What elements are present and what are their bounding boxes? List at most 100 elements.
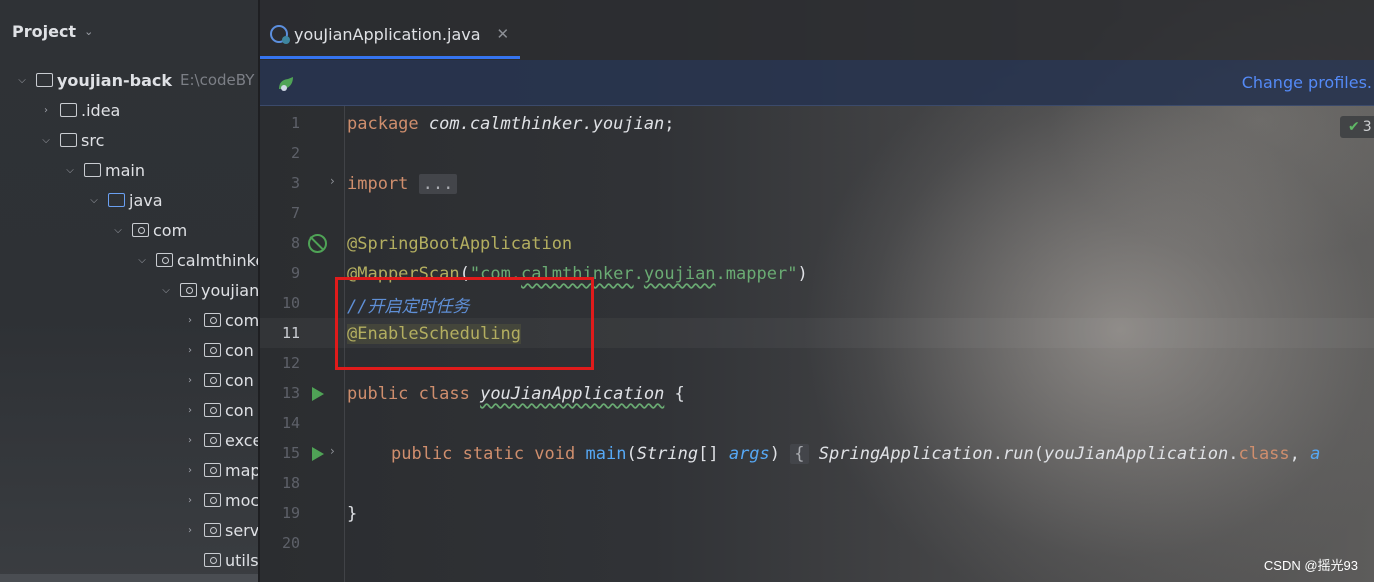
folder-icon <box>60 133 77 147</box>
package-icon <box>204 373 221 387</box>
module-path: E:\codeBY <box>179 71 255 89</box>
line-number: 12 <box>281 354 300 372</box>
chevron-down-icon[interactable]: ⌄ <box>84 25 93 38</box>
tree-item-com[interactable]: ⌵ com <box>110 215 187 245</box>
paren: ( <box>1033 444 1044 464</box>
annotation: @SpringBootApplication <box>347 234 573 254</box>
tree-item-main[interactable]: ⌵ main <box>62 155 145 185</box>
line-number: 9 <box>290 264 300 282</box>
expand-fold-icon[interactable]: › <box>330 174 335 188</box>
paren: ( <box>626 444 637 464</box>
chevron-right-icon[interactable]: › <box>182 405 198 416</box>
tree-item-package[interactable]: › con <box>182 335 254 365</box>
project-view-selector[interactable]: Project ⌄ <box>12 22 93 41</box>
tree-item-label: moc <box>225 490 258 510</box>
tree-item-youjian[interactable]: ⌵ youjian <box>158 275 258 305</box>
package-icon <box>204 313 221 327</box>
code-line-main[interactable]: public static void main(String[] args) {… <box>391 439 1320 469</box>
expand-fold-icon[interactable]: › <box>330 444 335 458</box>
tree-item-label: con <box>225 370 254 390</box>
tree-item-label: com <box>225 310 258 330</box>
comma: , <box>1289 444 1311 464</box>
tree-item-package[interactable]: › con <box>182 365 254 395</box>
keyword: public static void <box>391 444 576 464</box>
tree-item-label: con <box>225 340 254 360</box>
tree-item-package[interactable]: › serv <box>182 515 258 545</box>
chevron-down-icon[interactable]: ⌵ <box>134 255 150 266</box>
line-number: 8 <box>290 234 300 252</box>
tree-item-label: serv <box>225 520 258 540</box>
line-number-gutter[interactable]: 1 2 3 › 7 8 9 10 11 12 13 14 15 › 18 19 … <box>260 106 346 582</box>
line-number: 18 <box>281 474 300 492</box>
tree-item-calmthinker[interactable]: ⌵ calmthinke <box>134 245 258 275</box>
brace: { <box>664 384 685 404</box>
run-icon[interactable] <box>312 447 324 461</box>
array-brackets: [] <box>698 444 729 464</box>
chevron-down-icon[interactable]: ⌵ <box>86 195 102 206</box>
chevron-right-icon[interactable]: › <box>182 495 198 506</box>
line-number: 10 <box>281 294 300 312</box>
tree-item-package[interactable]: › moc <box>182 485 258 515</box>
change-profiles-link[interactable]: Change profiles. <box>1242 73 1372 92</box>
dot: . <box>992 444 1004 464</box>
tree-item-package[interactable]: › com <box>182 305 258 335</box>
tree-item-java[interactable]: ⌵ java <box>86 185 163 215</box>
folder-icon <box>60 103 77 117</box>
java-class-icon <box>270 25 290 44</box>
code-line-class-decl[interactable]: public class youJianApplication { <box>347 379 685 409</box>
code-line-close-brace[interactable]: } <box>347 499 357 529</box>
tree-item-label: java <box>129 190 163 210</box>
code-line-import[interactable]: import ... <box>347 169 458 199</box>
tree-item-label: exce <box>225 430 258 450</box>
chevron-right-icon[interactable]: › <box>182 525 198 536</box>
tab-youjianapplication[interactable]: youJianApplication.java ✕ <box>270 16 509 52</box>
line-number-current: 11 <box>281 324 300 342</box>
chevron-down-icon[interactable]: ⌵ <box>38 135 54 146</box>
chevron-right-icon[interactable]: › <box>38 105 54 116</box>
run-icon[interactable] <box>312 387 324 401</box>
chevron-down-icon[interactable]: ⌵ <box>158 285 174 296</box>
spring-profile-icon[interactable] <box>276 74 296 94</box>
tree-item-package[interactable]: › exce <box>182 425 258 455</box>
line-number: 7 <box>290 204 300 222</box>
horizontal-scrollbar[interactable] <box>0 574 258 582</box>
package-icon <box>204 403 221 417</box>
line-number: 20 <box>281 534 300 552</box>
line-number: 3 <box>290 174 300 192</box>
chevron-right-icon[interactable]: › <box>182 465 198 476</box>
string: . <box>633 264 644 284</box>
package-icon <box>204 433 221 447</box>
keyword: import <box>347 174 409 194</box>
dot: . <box>1228 444 1239 464</box>
paren: ) <box>797 264 808 284</box>
line-number: 13 <box>281 384 300 402</box>
package-icon <box>180 283 197 297</box>
code-line-package[interactable]: package com.calmthinker.youjian; <box>347 109 675 139</box>
tree-item-youjian-back[interactable]: ⌵ youjian-back E:\codeBY <box>14 65 254 95</box>
package-icon <box>204 493 221 507</box>
chevron-right-icon[interactable]: › <box>182 435 198 446</box>
keyword: class <box>1238 444 1290 464</box>
chevron-down-icon[interactable]: ⌵ <box>62 165 78 176</box>
chevron-right-icon[interactable]: › <box>182 375 198 386</box>
tree-item-utils[interactable]: utils <box>182 545 258 575</box>
folded-imports[interactable]: ... <box>418 174 458 194</box>
tree-item-idea[interactable]: › .idea <box>38 95 120 125</box>
spring-bean-icon[interactable] <box>308 234 327 253</box>
tree-item-package[interactable]: › con <box>182 395 254 425</box>
line-number: 2 <box>290 144 300 162</box>
chevron-down-icon[interactable]: ⌵ <box>14 75 30 86</box>
tree-item-label: con <box>225 400 254 420</box>
chevron-down-icon[interactable]: ⌵ <box>110 225 126 236</box>
tree-item-src[interactable]: ⌵ src <box>38 125 104 155</box>
tree-item-label: main <box>105 160 145 180</box>
inspection-status-widget[interactable]: ✔ 3 <box>1340 116 1374 138</box>
parameter: args <box>728 444 770 464</box>
chevron-right-icon[interactable]: › <box>182 345 198 356</box>
chevron-right-icon[interactable]: › <box>182 315 198 326</box>
project-title: Project <box>12 22 77 41</box>
folded-method-body[interactable]: { <box>790 444 809 464</box>
close-icon[interactable]: ✕ <box>497 25 510 43</box>
code-line-annotation[interactable]: @SpringBootApplication <box>347 229 572 259</box>
tree-item-package[interactable]: › map <box>182 455 258 485</box>
